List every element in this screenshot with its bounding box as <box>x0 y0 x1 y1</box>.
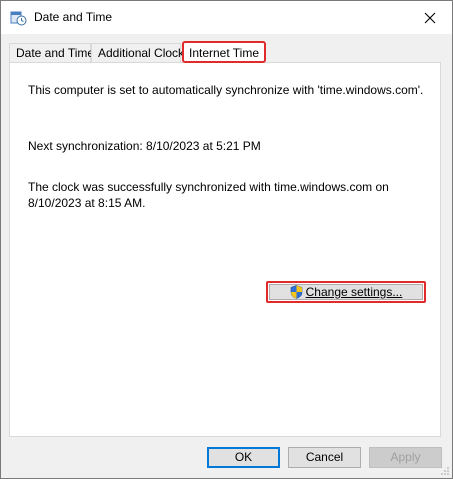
date-time-icon <box>10 11 27 26</box>
window-title: Date and Time <box>34 10 113 24</box>
ok-button[interactable]: OK <box>207 447 280 468</box>
apply-button[interactable]: Apply <box>369 447 442 468</box>
change-settings-label: Change settings... <box>305 285 403 299</box>
uac-shield-icon <box>290 285 302 299</box>
close-button[interactable] <box>408 1 452 34</box>
next-sync-text: Next synchronization: 8/10/2023 at 5:21 … <box>28 139 261 153</box>
tab-date-and-time[interactable]: Date and Time <box>9 43 94 62</box>
resize-grip[interactable] <box>440 466 450 476</box>
change-settings-button-face[interactable]: Change settings... <box>269 284 423 300</box>
close-icon <box>424 12 436 23</box>
last-sync-text: The clock was successfully synchronized … <box>28 180 389 210</box>
cancel-button[interactable]: Cancel <box>288 447 361 468</box>
internet-time-panel: This computer is set to automatically sy… <box>9 62 441 437</box>
tab-internet-time[interactable]: Internet Time <box>182 41 266 63</box>
date-and-time-dialog: Date and Time Date and Time Additional C… <box>0 0 453 479</box>
sync-info-text: This computer is set to automatically sy… <box>28 83 424 97</box>
tab-additional-clocks[interactable]: Additional Clocks <box>91 43 190 62</box>
title-bar: Date and Time <box>1 1 452 34</box>
change-settings-button[interactable]: Change settings... <box>266 281 426 303</box>
